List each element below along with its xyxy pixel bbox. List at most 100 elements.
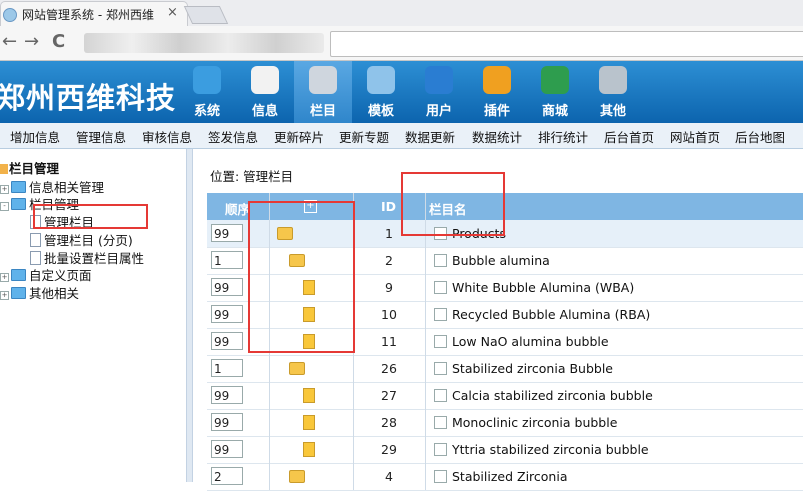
topnav-item-5[interactable]: 插件	[468, 61, 526, 123]
column-separator	[425, 193, 426, 490]
notepad-icon	[251, 66, 279, 94]
submenu-item[interactable]: 签发信息	[208, 127, 258, 146]
topnav-label: 模板	[367, 104, 394, 119]
table-row[interactable]: 99 27 Calcia stabilized zirconia bubble	[207, 382, 803, 410]
row-checkbox[interactable]	[434, 335, 447, 348]
order-input[interactable]: 99	[211, 386, 243, 404]
tree-root[interactable]: 栏目管理	[0, 158, 59, 177]
row-checkbox[interactable]	[434, 254, 447, 267]
tree-item-label: 信息相关管理	[29, 180, 105, 195]
order-input[interactable]: 1	[211, 251, 243, 269]
row-name[interactable]: Monoclinic zirconia bubble	[452, 415, 617, 430]
submenu-item[interactable]: 数据统计	[472, 127, 522, 146]
order-input[interactable]: 99	[211, 413, 243, 431]
topnav-item-3[interactable]: 模板	[352, 61, 410, 123]
order-input[interactable]: 99	[211, 332, 243, 350]
row-name[interactable]: Calcia stabilized zirconia bubble	[452, 388, 653, 403]
submenu-item[interactable]: 更新碎片	[274, 127, 324, 146]
submenu-item[interactable]: 审核信息	[142, 127, 192, 146]
order-input[interactable]: 2	[211, 467, 243, 485]
submenu-item[interactable]: 后台首页	[604, 127, 654, 146]
collapse-icon[interactable]: -	[0, 202, 9, 211]
table-row[interactable]: 2 4 Stabilized Zirconia	[207, 463, 803, 491]
row-checkbox[interactable]	[434, 416, 447, 429]
folder-icon	[11, 181, 26, 193]
topnav-item-1[interactable]: 信息	[236, 61, 294, 123]
file-icon[interactable]	[303, 388, 315, 403]
submenu-item[interactable]: 增加信息	[10, 127, 60, 146]
home-folder-icon	[0, 164, 8, 174]
url-input[interactable]	[330, 31, 803, 57]
back-icon[interactable]: ←	[2, 31, 17, 52]
row-name[interactable]: Bubble alumina	[452, 253, 550, 268]
folder-open-icon	[11, 198, 26, 210]
page-icon	[30, 233, 41, 247]
breadcrumb: 位置: 管理栏目	[210, 169, 294, 184]
row-checkbox[interactable]	[434, 281, 447, 294]
tree-item-other[interactable]: + 其他相关	[0, 283, 79, 302]
row-name[interactable]: Low NaO alumina bubble	[452, 334, 609, 349]
browser-tab[interactable]: 网站管理系统 - 郑州西维 ×	[0, 1, 188, 27]
sub-menu: 增加信息 管理信息 审核信息 签发信息 更新碎片 更新专题 数据更新 数据统计 排行统计 后台首页…	[0, 123, 803, 149]
topnav-item-2[interactable]: 栏目	[294, 61, 352, 123]
file-icon[interactable]	[303, 415, 315, 430]
topnav-label: 商城	[541, 104, 568, 119]
submenu-item[interactable]: 后台地图	[735, 127, 785, 146]
row-name[interactable]: White Bubble Alumina (WBA)	[452, 280, 634, 295]
submenu-item[interactable]: 数据更新	[405, 127, 455, 146]
row-id: 26	[381, 361, 397, 376]
row-checkbox[interactable]	[434, 443, 447, 456]
new-tab-button[interactable]	[183, 6, 229, 24]
order-input[interactable]: 99	[211, 224, 243, 242]
forward-icon[interactable]: →	[24, 31, 39, 52]
card-icon	[541, 66, 569, 94]
topnav-label: 信息	[251, 104, 278, 119]
order-input[interactable]: 99	[211, 305, 243, 323]
submenu-item[interactable]: 排行统计	[538, 127, 588, 146]
row-id: 11	[381, 334, 397, 349]
header-order[interactable]: 顺序	[225, 199, 250, 218]
row-checkbox[interactable]	[434, 362, 447, 375]
topnav-label: 系统	[193, 104, 220, 119]
folder-icon	[11, 269, 26, 281]
folder-icon[interactable]	[289, 362, 305, 375]
order-input[interactable]: 1	[211, 359, 243, 377]
order-input[interactable]: 99	[211, 440, 243, 458]
folder-icon[interactable]	[289, 470, 305, 483]
tree-item-label: 管理栏目 (分页)	[44, 233, 133, 248]
table-row[interactable]: 99 28 Monoclinic zirconia bubble	[207, 409, 803, 437]
reload-icon[interactable]: C	[52, 31, 65, 52]
table-row[interactable]: 1 26 Stabilized zirconia Bubble	[207, 355, 803, 383]
topnav-item-4[interactable]: 用户	[410, 61, 468, 123]
header-id[interactable]: ID	[381, 199, 396, 214]
submenu-item[interactable]: 管理信息	[76, 127, 126, 146]
tab-title: 网站管理系统 - 郑州西维	[22, 8, 154, 22]
submenu-item[interactable]: 更新专题	[339, 127, 389, 146]
file-icon[interactable]	[303, 442, 315, 457]
site-favicon-icon	[3, 8, 17, 22]
tree-item-manage-column-paged[interactable]: 管理栏目 (分页)	[30, 230, 133, 249]
expand-icon[interactable]: +	[0, 185, 9, 194]
row-checkbox[interactable]	[434, 470, 447, 483]
tree-item-custom-page[interactable]: + 自定义页面	[0, 265, 92, 284]
topnav-item-0[interactable]: 系统	[178, 61, 236, 123]
expand-icon[interactable]: +	[0, 291, 9, 300]
tree-item-label: 自定义页面	[29, 268, 92, 283]
row-name[interactable]: Recycled Bubble Alumina (RBA)	[452, 307, 650, 322]
submenu-item[interactable]: 网站首页	[670, 127, 720, 146]
row-name[interactable]: Yttria stabilized zirconia bubble	[452, 442, 649, 457]
panel-splitter[interactable]	[186, 149, 193, 482]
topnav-item-7[interactable]: 其他	[584, 61, 642, 123]
folder-icon	[309, 66, 337, 94]
topnav-label: 插件	[483, 104, 510, 119]
topnav-item-6[interactable]: 商城	[526, 61, 584, 123]
order-input[interactable]: 99	[211, 278, 243, 296]
table-row[interactable]: 99 29 Yttria stabilized zirconia bubble	[207, 436, 803, 464]
topnav-label: 用户	[425, 104, 452, 119]
row-name[interactable]: Stabilized zirconia Bubble	[452, 361, 613, 376]
expand-icon[interactable]: +	[0, 273, 9, 282]
page-icon	[30, 251, 41, 265]
row-checkbox[interactable]	[434, 308, 447, 321]
row-checkbox[interactable]	[434, 389, 447, 402]
close-tab-icon[interactable]: ×	[167, 5, 178, 20]
